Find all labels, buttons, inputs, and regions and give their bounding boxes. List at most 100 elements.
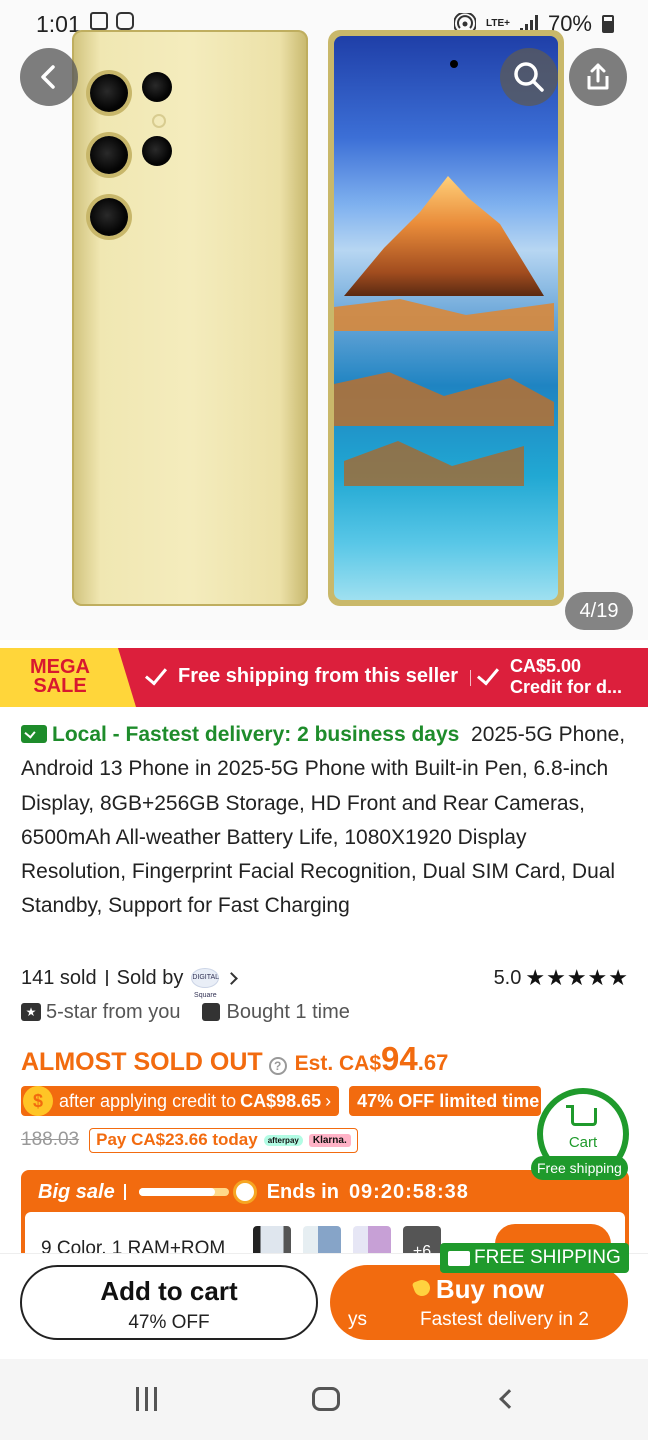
credit-price: CA$98.65 <box>240 1090 322 1111</box>
free-shipping-text: Free shipping from this seller <box>178 665 459 687</box>
variant-thumbnail[interactable] <box>253 1226 291 1256</box>
chevron-right-icon <box>225 971 239 985</box>
big-sale-header: Big sale Ends in 09:20:58:38 <box>38 1180 469 1204</box>
five-star-from-you: 5-star from you <box>46 1000 181 1023</box>
mega-sale-banner[interactable]: MEGA SALE Free shipping from this seller… <box>0 648 648 707</box>
notification-icons <box>90 12 134 30</box>
help-icon[interactable]: ? <box>268 1057 287 1075</box>
afterpay-logo: afterpay <box>263 1134 303 1146</box>
rating[interactable]: 5.0 ★★★★★ <box>494 965 629 991</box>
discount-pill: 47% OFF limited time <box>349 1086 542 1116</box>
front-camera <box>450 60 458 68</box>
phone-screen <box>334 36 558 600</box>
rocks <box>334 299 554 331</box>
clock-icon <box>232 1180 257 1204</box>
chevron-left-icon <box>41 65 55 89</box>
share-button[interactable] <box>569 48 627 106</box>
back-button[interactable] <box>20 48 78 106</box>
price-cents: .67 <box>417 1050 449 1075</box>
add-to-cart-label: Add to cart <box>100 1276 238 1306</box>
almost-sold-out: ALMOST SOLD OUT <box>21 1048 263 1076</box>
bought-times: Bought 1 time <box>226 1000 350 1023</box>
share-icon <box>587 63 609 90</box>
credit-row: $ after applying credit to CA$98.65 › 47… <box>21 1086 542 1118</box>
sale-progress-bar <box>138 1188 229 1196</box>
product-title-text: 2025-5G Phone, Android 13 Phone in 2025-… <box>21 723 626 918</box>
ends-in: Ends in 09:20:58:38 <box>267 1181 469 1204</box>
price-row: ALMOST SOLD OUT ? Est. CA$ 94 .67 <box>21 1040 448 1080</box>
mega-sale-badge: MEGA SALE <box>0 648 136 707</box>
original-price-row: 188.03 Pay CA$23.66 today afterpay Klarn… <box>21 1126 358 1154</box>
original-price: 188.03 <box>21 1129 80 1150</box>
check-icon <box>476 662 500 686</box>
camera-lens <box>90 74 128 112</box>
cart-label: Cart <box>568 1134 598 1151</box>
separator <box>105 970 108 986</box>
phone-back-image <box>72 30 308 606</box>
credit-desc: Credit for d... <box>510 677 622 697</box>
sale-progress-fill <box>138 1188 216 1196</box>
sold-row: 141 sold Sold by DIGITAL Square 5.0 ★★★★… <box>21 963 629 999</box>
sold-by-label: Sold by <box>116 966 184 989</box>
seller-logo: DIGITAL Square <box>191 968 220 999</box>
variant-thumbnails: +6 <box>253 1226 441 1256</box>
price-tag-icon <box>411 1277 433 1299</box>
rating-value: 5.0 <box>493 966 522 989</box>
buy-now-button[interactable]: Buy now ys Fastest delivery in 2 <box>330 1265 628 1340</box>
check-icon <box>144 661 168 686</box>
rocks <box>344 441 524 486</box>
variant-thumbnail[interactable] <box>353 1226 391 1256</box>
free-shipping-tag: FREE SHIPPING <box>440 1243 629 1273</box>
seller-link[interactable]: Sold by DIGITAL Square <box>116 966 239 999</box>
klarna-logo: Klarna. <box>308 1133 351 1147</box>
gallery-notification-icon <box>90 12 108 30</box>
free-shipping-tag-text: FREE SHIPPING <box>474 1247 621 1268</box>
buy-now-label: Buy now <box>435 1274 545 1304</box>
android-nav-bar <box>0 1359 648 1440</box>
local-delivery-label: Local - Fastest delivery: 2 business day… <box>52 723 460 746</box>
delivery-truck-icon <box>448 1250 470 1266</box>
big-sale-label: Big sale <box>38 1180 115 1203</box>
camera-lens <box>142 72 172 102</box>
add-to-cart-button[interactable]: Add to cart 47% OFF <box>20 1265 318 1340</box>
battery-icon <box>602 15 614 33</box>
camera-lens <box>90 136 128 174</box>
system-back-button[interactable] <box>494 1381 524 1417</box>
sale-label: SALE <box>33 675 87 697</box>
mountain <box>344 176 544 296</box>
purchase-badges: ★ 5-star from you Bought 1 time <box>21 997 350 1027</box>
cart-icon <box>566 1105 597 1126</box>
buy-sub-right: Fastest delivery in 2 <box>420 1309 589 1330</box>
free-shipping-note: Free shipping from this seller <box>144 661 459 688</box>
credit-amount: CA$5.00 <box>510 656 582 676</box>
countdown: 09:20:58:38 <box>348 1180 469 1203</box>
separator <box>123 1184 126 1200</box>
credit-pill[interactable]: $ after applying credit to CA$98.65 › <box>21 1086 340 1116</box>
star-review-icon: ★ <box>21 1003 41 1021</box>
ends-label: Ends in <box>266 1180 339 1203</box>
product-image-gallery[interactable]: 1:01 LTE+ 70% 4/19 <box>0 0 648 640</box>
cart-free-shipping-badge: Free shipping <box>531 1156 628 1180</box>
camera-lens <box>142 136 172 166</box>
divider <box>470 670 471 686</box>
pay-later-pill[interactable]: Pay CA$23.66 today afterpay Klarna. <box>89 1127 358 1153</box>
image-counter: 4/19 <box>565 592 633 630</box>
network-type: LTE+ <box>485 18 510 29</box>
search-button[interactable] <box>500 48 558 106</box>
shopping-bag-icon <box>202 1003 221 1021</box>
credit-note: CA$5.00 Credit for d... <box>476 656 622 698</box>
recent-apps-button[interactable] <box>130 1381 162 1417</box>
delivery-truck-icon <box>21 725 47 743</box>
pay-today-text: Pay CA$23.66 today <box>96 1130 258 1149</box>
phone-front-image <box>328 30 564 606</box>
star-rating-icon: ★★★★★ <box>525 965 629 990</box>
home-button[interactable] <box>308 1381 344 1417</box>
flash <box>152 114 166 128</box>
price-integer: 94 <box>381 1040 418 1077</box>
buy-now-label-wrap: Buy now <box>330 1274 628 1305</box>
add-to-cart-discount: 47% OFF <box>128 1312 210 1333</box>
more-variants[interactable]: +6 <box>403 1226 441 1256</box>
variant-thumbnail[interactable] <box>303 1226 341 1256</box>
video-notification-icon <box>116 12 134 30</box>
est-label: Est. CA$ <box>294 1052 382 1075</box>
